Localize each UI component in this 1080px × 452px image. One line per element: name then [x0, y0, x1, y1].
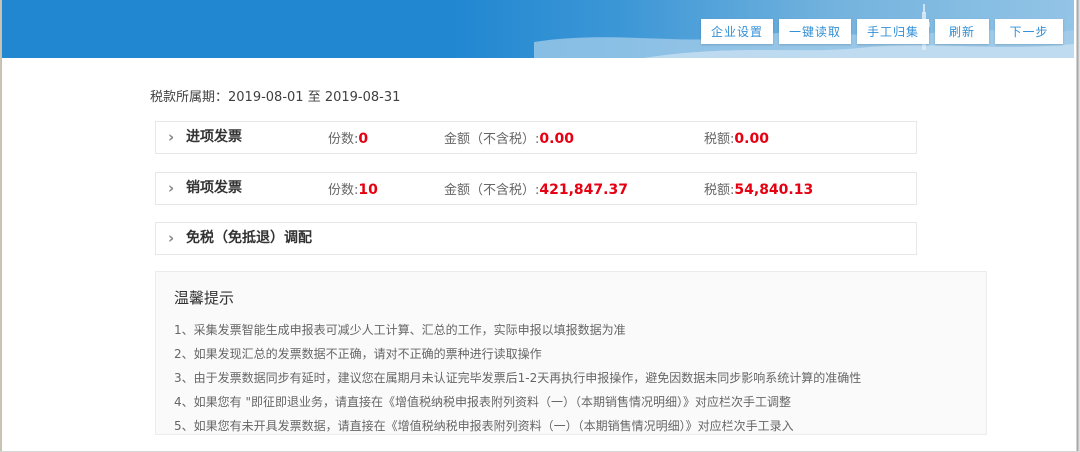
- tax-period: 税款所属期：2019-08-01 至 2019-08-31: [150, 86, 400, 105]
- tax-period-label: 税款所属期：: [150, 90, 228, 105]
- count-label: 份数:: [328, 183, 358, 198]
- amount-field: 金额（不含税）:0.00: [444, 122, 574, 155]
- tax-value: 0.00: [734, 131, 769, 147]
- main-content: 税款所属期：2019-08-01 至 2019-08-31 › 进项发票 份数:…: [2, 58, 1072, 451]
- app-window: 企业设置 一键读取 手工归集 刷新 下一步 税款所属期：2019-08-01 至…: [0, 0, 1080, 452]
- amount-value: 0.00: [539, 131, 574, 147]
- refresh-button[interactable]: 刷新: [935, 19, 989, 44]
- manual-collect-button[interactable]: 手工归集: [857, 19, 929, 44]
- next-step-button[interactable]: 下一步: [995, 19, 1063, 44]
- amount-value: 421,847.37: [539, 182, 628, 198]
- chevron-right-icon: ›: [168, 173, 174, 204]
- tax-period-value: 2019-08-01 至 2019-08-31: [228, 90, 400, 105]
- row-title: 销项发票: [186, 173, 242, 204]
- tips-list: 1、采集发票智能生成申报表可减少人工计算、汇总的工作，实际申报以填报数据为准 2…: [174, 318, 986, 438]
- amount-label: 金额（不含税）:: [444, 183, 539, 198]
- count-label: 份数:: [328, 132, 358, 147]
- row-title: 进项发票: [186, 122, 242, 153]
- one-click-read-button[interactable]: 一键读取: [779, 19, 851, 44]
- count-field: 份数:10: [328, 173, 378, 206]
- tip-item: 4、如果您有 "即征即退业务，请直接在《增值税纳税申报表附列资料（一）（本期销售…: [174, 390, 986, 414]
- tax-field: 税额:0.00: [704, 122, 769, 155]
- count-field: 份数:0: [328, 122, 368, 155]
- tip-item: 5、如果您有未开具发票数据，请直接在《增值税纳税申报表附列资料（一）（本期销售情…: [174, 414, 986, 438]
- tips-panel: 温馨提示 1、采集发票智能生成申报表可减少人工计算、汇总的工作，实际申报以填报数…: [155, 271, 987, 435]
- tax-free-allocation-row[interactable]: › 免税（免抵退）调配: [155, 222, 917, 255]
- enterprise-settings-button[interactable]: 企业设置: [701, 19, 773, 44]
- chevron-right-icon: ›: [168, 122, 174, 153]
- window-border-left: [0, 0, 2, 451]
- row-title: 免税（免抵退）调配: [186, 223, 312, 254]
- count-value: 0: [358, 131, 368, 147]
- window-scrollbar[interactable]: [1074, 0, 1080, 451]
- count-value: 10: [358, 182, 377, 198]
- tips-title: 温馨提示: [174, 287, 986, 308]
- tax-label: 税额:: [704, 132, 734, 147]
- amount-field: 金额（不含税）:421,847.37: [444, 173, 628, 206]
- tip-item: 1、采集发票智能生成申报表可减少人工计算、汇总的工作，实际申报以填报数据为准: [174, 318, 986, 342]
- output-invoice-row[interactable]: › 销项发票 份数:10 金额（不含税）:421,847.37 税额:54,84…: [155, 172, 917, 205]
- tip-item: 3、由于发票数据同步有延时，建议您在属期月未认证完毕发票后1-2天再执行申报操作…: [174, 366, 986, 390]
- tax-label: 税额:: [704, 183, 734, 198]
- input-invoice-row[interactable]: › 进项发票 份数:0 金额（不含税）:0.00 税额:0.00: [155, 121, 917, 154]
- chevron-right-icon: ›: [168, 223, 174, 254]
- amount-label: 金额（不含税）:: [444, 132, 539, 147]
- tip-item: 2、如果发现汇总的发票数据不正确，请对不正确的票种进行读取操作: [174, 342, 986, 366]
- app-header: 企业设置 一键读取 手工归集 刷新 下一步: [1, 0, 1074, 58]
- header-toolbar: 企业设置 一键读取 手工归集 刷新 下一步: [701, 19, 1063, 44]
- tax-value: 54,840.13: [734, 182, 813, 198]
- tax-field: 税额:54,840.13: [704, 173, 813, 206]
